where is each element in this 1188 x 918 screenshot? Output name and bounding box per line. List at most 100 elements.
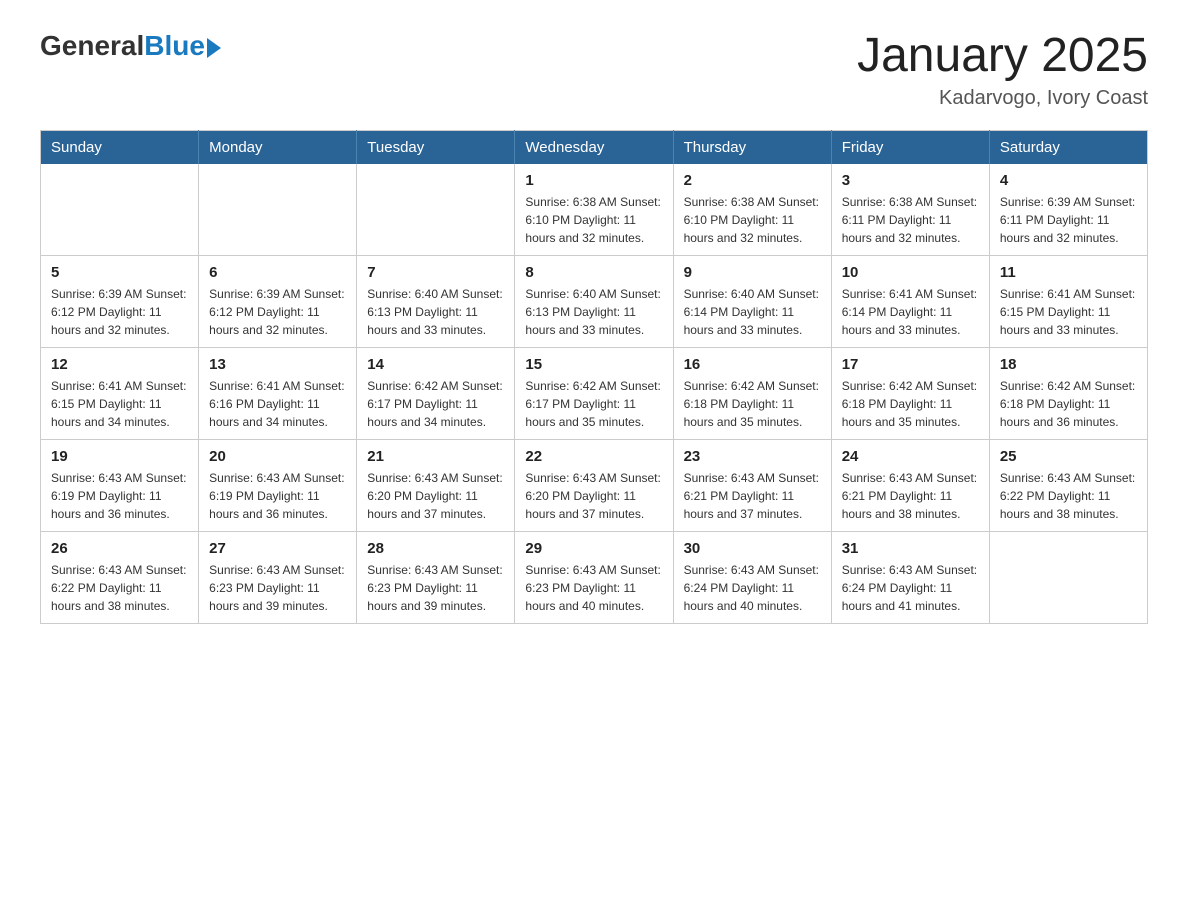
calendar-cell: 6 Sunrise: 6:39 AM Sunset: 6:12 PM Daylig… [199, 255, 357, 347]
day-info: Sunrise: 6:38 AM Sunset: 6:11 PM Dayligh… [842, 193, 979, 247]
calendar-week-row: 26Sunrise: 6:43 AM Sunset: 6:22 PM Dayli… [41, 531, 1148, 623]
day-info: Sunrise: 6:42 AM Sunset: 6:17 PM Dayligh… [367, 377, 504, 431]
calendar-cell: 11 Sunrise: 6:41 AM Sunset: 6:15 PM Dayli… [989, 255, 1147, 347]
day-info: Sunrise: 6:43 AM Sunset: 6:23 PM Dayligh… [525, 561, 662, 615]
day-info: Sunrise: 6:43 AM Sunset: 6:20 PM Dayligh… [525, 469, 662, 523]
day-info: Sunrise: 6:41 AM Sunset: 6:15 PM Dayligh… [1000, 285, 1137, 339]
calendar-cell: 5 Sunrise: 6:39 AM Sunset: 6:12 PM Daylig… [41, 255, 199, 347]
day-number: 15 [525, 356, 662, 373]
day-info: Sunrise: 6:43 AM Sunset: 6:23 PM Dayligh… [209, 561, 346, 615]
calendar-cell [357, 164, 515, 256]
calendar-table: SundayMondayTuesdayWednesdayThursdayFrid… [40, 130, 1148, 624]
calendar-cell: 16 Sunrise: 6:42 AM Sunset: 6:18 PM Dayli… [673, 347, 831, 439]
day-number: 6 [209, 264, 346, 281]
day-info: Sunrise: 6:43 AM Sunset: 6:20 PM Dayligh… [367, 469, 504, 523]
calendar-header-wednesday: Wednesday [515, 130, 673, 164]
day-info: Sunrise: 6:42 AM Sunset: 6:18 PM Dayligh… [1000, 377, 1137, 431]
calendar-cell: 18Sunrise: 6:42 AM Sunset: 6:18 PM Dayli… [989, 347, 1147, 439]
day-info: Sunrise: 6:41 AM Sunset: 6:15 PM Dayligh… [51, 377, 188, 431]
day-number: 23 [684, 448, 821, 465]
calendar-cell: 7Sunrise: 6:40 AM Sunset: 6:13 PM Daylig… [357, 255, 515, 347]
day-info: Sunrise: 6:38 AM Sunset: 6:10 PM Dayligh… [525, 193, 662, 247]
calendar-cell: 31 Sunrise: 6:43 AM Sunset: 6:24 PM Dayli… [831, 531, 989, 623]
calendar-cell: 14Sunrise: 6:42 AM Sunset: 6:17 PM Dayli… [357, 347, 515, 439]
day-number: 2 [684, 172, 821, 189]
day-info: Sunrise: 6:42 AM Sunset: 6:18 PM Dayligh… [842, 377, 979, 431]
title-block: January 2025 Kadarvogo, Ivory Coast [857, 30, 1148, 110]
day-info: Sunrise: 6:43 AM Sunset: 6:24 PM Dayligh… [684, 561, 821, 615]
day-number: 13 [209, 356, 346, 373]
day-info: Sunrise: 6:43 AM Sunset: 6:24 PM Dayligh… [842, 561, 979, 615]
logo-blue-part: Blue [144, 30, 221, 62]
day-info: Sunrise: 6:41 AM Sunset: 6:16 PM Dayligh… [209, 377, 346, 431]
day-number: 8 [525, 264, 662, 281]
day-number: 11 [1000, 264, 1137, 281]
day-number: 5 [51, 264, 188, 281]
day-number: 16 [684, 356, 821, 373]
day-number: 12 [51, 356, 188, 373]
day-number: 30 [684, 540, 821, 557]
day-number: 21 [367, 448, 504, 465]
day-number: 29 [525, 540, 662, 557]
day-info: Sunrise: 6:38 AM Sunset: 6:10 PM Dayligh… [684, 193, 821, 247]
calendar-week-row: 12 Sunrise: 6:41 AM Sunset: 6:15 PM Dayli… [41, 347, 1148, 439]
calendar-cell: 1 Sunrise: 6:38 AM Sunset: 6:10 PM Daylig… [515, 164, 673, 256]
day-info: Sunrise: 6:39 AM Sunset: 6:12 PM Dayligh… [209, 285, 346, 339]
calendar-cell: 22 Sunrise: 6:43 AM Sunset: 6:20 PM Dayli… [515, 439, 673, 531]
day-info: Sunrise: 6:39 AM Sunset: 6:12 PM Dayligh… [51, 285, 188, 339]
day-number: 22 [525, 448, 662, 465]
day-number: 3 [842, 172, 979, 189]
calendar-week-row: 5 Sunrise: 6:39 AM Sunset: 6:12 PM Daylig… [41, 255, 1148, 347]
day-info: Sunrise: 6:43 AM Sunset: 6:23 PM Dayligh… [367, 561, 504, 615]
calendar-cell: 30 Sunrise: 6:43 AM Sunset: 6:24 PM Dayli… [673, 531, 831, 623]
calendar-cell: 8 Sunrise: 6:40 AM Sunset: 6:13 PM Daylig… [515, 255, 673, 347]
day-number: 28 [367, 540, 504, 557]
day-info: Sunrise: 6:40 AM Sunset: 6:14 PM Dayligh… [684, 285, 821, 339]
calendar-header-tuesday: Tuesday [357, 130, 515, 164]
calendar-header-row: SundayMondayTuesdayWednesdayThursdayFrid… [41, 130, 1148, 164]
day-info: Sunrise: 6:41 AM Sunset: 6:14 PM Dayligh… [842, 285, 979, 339]
day-number: 24 [842, 448, 979, 465]
calendar-cell: 26Sunrise: 6:43 AM Sunset: 6:22 PM Dayli… [41, 531, 199, 623]
calendar-header-sunday: Sunday [41, 130, 199, 164]
day-number: 1 [525, 172, 662, 189]
day-info: Sunrise: 6:43 AM Sunset: 6:19 PM Dayligh… [51, 469, 188, 523]
calendar-cell: 27Sunrise: 6:43 AM Sunset: 6:23 PM Dayli… [199, 531, 357, 623]
calendar-cell: 23 Sunrise: 6:43 AM Sunset: 6:21 PM Dayli… [673, 439, 831, 531]
logo-general: General [40, 30, 144, 62]
day-info: Sunrise: 6:43 AM Sunset: 6:22 PM Dayligh… [1000, 469, 1137, 523]
day-info: Sunrise: 6:40 AM Sunset: 6:13 PM Dayligh… [525, 285, 662, 339]
day-info: Sunrise: 6:42 AM Sunset: 6:17 PM Dayligh… [525, 377, 662, 431]
calendar-cell: 2 Sunrise: 6:38 AM Sunset: 6:10 PM Daylig… [673, 164, 831, 256]
logo: General Blue [40, 30, 221, 62]
day-number: 19 [51, 448, 188, 465]
calendar-cell [989, 531, 1147, 623]
calendar-week-row: 1 Sunrise: 6:38 AM Sunset: 6:10 PM Daylig… [41, 164, 1148, 256]
calendar-cell: 24 Sunrise: 6:43 AM Sunset: 6:21 PM Dayli… [831, 439, 989, 531]
calendar-cell: 3 Sunrise: 6:38 AM Sunset: 6:11 PM Daylig… [831, 164, 989, 256]
day-number: 26 [51, 540, 188, 557]
day-info: Sunrise: 6:43 AM Sunset: 6:19 PM Dayligh… [209, 469, 346, 523]
calendar-cell: 21 Sunrise: 6:43 AM Sunset: 6:20 PM Dayli… [357, 439, 515, 531]
logo-arrow-icon [207, 38, 221, 58]
day-number: 9 [684, 264, 821, 281]
calendar-cell: 17Sunrise: 6:42 AM Sunset: 6:18 PM Dayli… [831, 347, 989, 439]
calendar-cell: 25 Sunrise: 6:43 AM Sunset: 6:22 PM Dayli… [989, 439, 1147, 531]
calendar-cell [41, 164, 199, 256]
day-number: 31 [842, 540, 979, 557]
day-info: Sunrise: 6:40 AM Sunset: 6:13 PM Dayligh… [367, 285, 504, 339]
calendar-cell: 9 Sunrise: 6:40 AM Sunset: 6:14 PM Daylig… [673, 255, 831, 347]
day-info: Sunrise: 6:42 AM Sunset: 6:18 PM Dayligh… [684, 377, 821, 431]
day-number: 25 [1000, 448, 1137, 465]
calendar-cell: 10Sunrise: 6:41 AM Sunset: 6:14 PM Dayli… [831, 255, 989, 347]
calendar-cell: 13 Sunrise: 6:41 AM Sunset: 6:16 PM Dayli… [199, 347, 357, 439]
calendar-cell: 12 Sunrise: 6:41 AM Sunset: 6:15 PM Dayli… [41, 347, 199, 439]
day-info: Sunrise: 6:43 AM Sunset: 6:21 PM Dayligh… [684, 469, 821, 523]
day-number: 4 [1000, 172, 1137, 189]
calendar-week-row: 19 Sunrise: 6:43 AM Sunset: 6:19 PM Dayli… [41, 439, 1148, 531]
day-info: Sunrise: 6:39 AM Sunset: 6:11 PM Dayligh… [1000, 193, 1137, 247]
calendar-cell: 15 Sunrise: 6:42 AM Sunset: 6:17 PM Dayli… [515, 347, 673, 439]
day-info: Sunrise: 6:43 AM Sunset: 6:21 PM Dayligh… [842, 469, 979, 523]
calendar-cell: 29 Sunrise: 6:43 AM Sunset: 6:23 PM Dayli… [515, 531, 673, 623]
page-header: General Blue January 2025 Kadarvogo, Ivo… [40, 30, 1148, 110]
